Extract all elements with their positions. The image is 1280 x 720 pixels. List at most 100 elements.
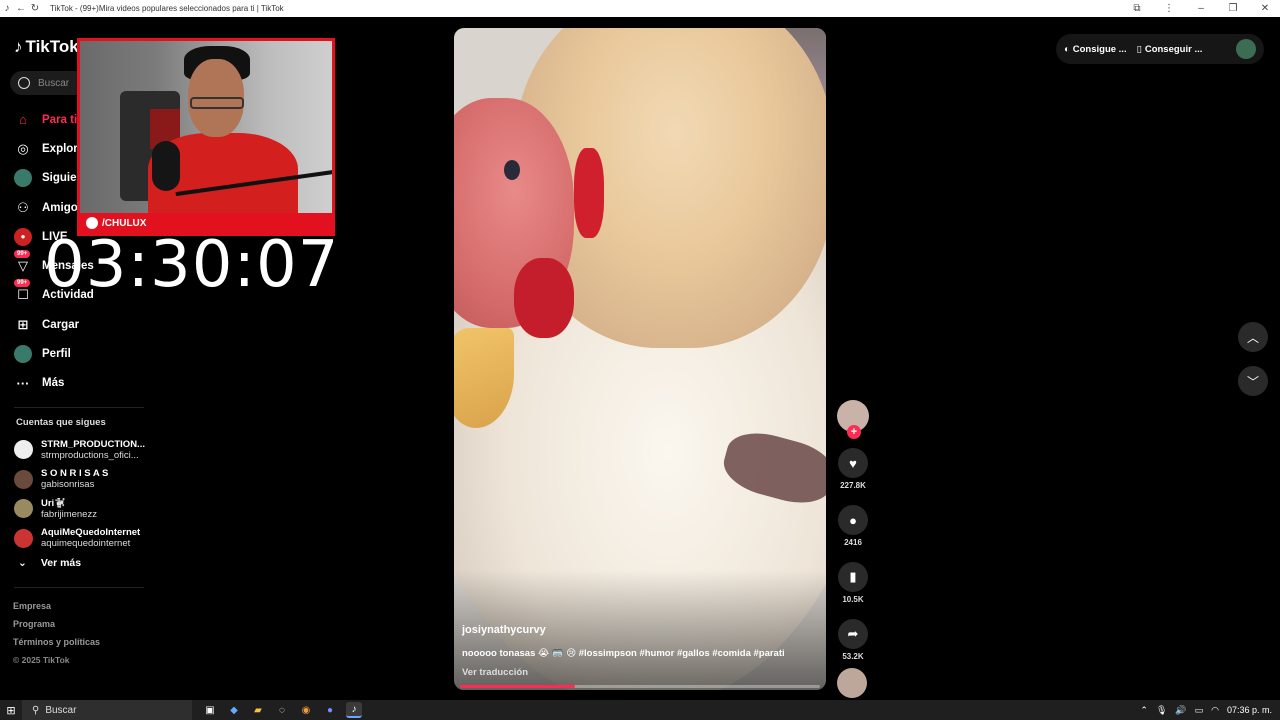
video-author[interactable]: josiynathycurvy [462, 624, 546, 636]
footer-link-programa[interactable]: Programa [13, 619, 100, 637]
get-coins-button[interactable]: ◐ Consigue ... [1064, 44, 1127, 55]
following-avatar-icon [14, 169, 32, 188]
back-icon[interactable]: ← [14, 2, 28, 16]
coin-icon: ◐ [1064, 43, 1070, 55]
video-player[interactable]: josiynathycurvy nooooo tonasas 😭 🥽 😢 #lo… [454, 28, 826, 690]
next-video-button[interactable]: ﹀ [1238, 366, 1268, 396]
avatar [14, 469, 33, 489]
footer-link-terminos[interactable]: Términos y políticas [13, 637, 100, 655]
share-count: 53.2K [842, 652, 864, 661]
following-list: STRM_PRODUCTION... strmproductions_ofici… [14, 435, 154, 553]
tiktok-taskbar-icon[interactable]: ♪ [346, 702, 362, 718]
video-progress-fill [460, 685, 576, 688]
home-icon: ⌂ [19, 112, 27, 128]
following-section-title: Cuentas que sigues [16, 417, 106, 428]
tiktok-favicon-icon: ♪ [4, 3, 10, 14]
more-icon: ··· [16, 375, 30, 391]
divider [14, 587, 144, 588]
following-item[interactable]: Uri🐩 fabrijimenezz [14, 494, 154, 524]
windows-taskbar: ⊞ ⚲ Buscar ▣ ◆ ▰ ◌ ◉ ● ♪ ⌃ 🎙 🔊 ▭ ◠ 07:36… [0, 700, 1280, 720]
taskbar-clock[interactable]: 07:36 p. m. [1227, 705, 1272, 715]
messages-icon: ▽ 99+ [14, 250, 32, 275]
avatar [14, 440, 33, 460]
volume-icon[interactable]: 🔊 [1175, 705, 1186, 716]
heart-icon: ♥ [849, 455, 857, 471]
footer-links: Empresa Programa Términos y políticas © … [13, 601, 100, 673]
following-item[interactable]: S O N R I S A S gabisonrisas [14, 465, 154, 495]
search-placeholder: Buscar [38, 77, 70, 89]
extensions-icon[interactable]: ⧉ [1122, 2, 1152, 16]
refresh-icon[interactable]: ↻ [28, 2, 42, 16]
bookmark-icon: ▮ [849, 569, 857, 584]
restore-icon[interactable]: ❐ [1218, 2, 1248, 16]
tiktok-logo[interactable]: ♪ TikTok [14, 37, 79, 57]
compass-icon: ◎ [17, 140, 29, 156]
see-more-button[interactable]: ⌄ Ver más [18, 557, 81, 569]
copilot-icon[interactable]: ◆ [226, 702, 242, 718]
like-button[interactable]: ♥ [838, 448, 868, 478]
tiktok-note-icon: ♪ [14, 37, 23, 56]
nav-item-perfil[interactable]: Perfil [14, 339, 154, 368]
previous-video-button[interactable]: ︿ [1238, 322, 1268, 352]
comment-button[interactable]: ● [838, 505, 868, 535]
comment-count: 2416 [844, 538, 862, 547]
divider [14, 407, 144, 408]
stream-timer: 03:30:07 [44, 228, 340, 302]
see-translation-link[interactable]: Ver traducción [462, 667, 528, 678]
chevron-down-icon: ⌄ [18, 557, 27, 569]
copyright: © 2025 TikTok [13, 655, 70, 665]
menu-dots-icon[interactable]: ⋮ [1154, 2, 1184, 16]
footer-link-empresa[interactable]: Empresa [13, 601, 100, 619]
minimize-icon[interactable]: – [1186, 2, 1216, 16]
webcam-overlay: /CHULUX [77, 38, 335, 236]
microphone-icon[interactable]: 🎙 [1156, 705, 1167, 716]
video-progress-bar[interactable] [460, 685, 820, 688]
action-rail: + ♥ 227.8K ● 2416 ▮ 10.5K ➦ 53.2K [836, 400, 870, 698]
webcam-feed [80, 41, 332, 223]
profile-avatar-icon [14, 345, 32, 364]
task-view-icon[interactable]: ▣ [202, 702, 218, 718]
live-icon: ● [14, 227, 32, 246]
network-icon[interactable]: ▭ [1195, 705, 1204, 716]
wifi-icon[interactable]: ◠ [1211, 705, 1219, 716]
following-item[interactable]: STRM_PRODUCTION... strmproductions_ofici… [14, 435, 154, 465]
get-app-button[interactable]: ▯ Conseguir ... [1137, 44, 1203, 55]
messages-badge: 99+ [14, 250, 31, 259]
window-title: TikTok - (99+)Mira videos populares sele… [50, 4, 284, 13]
share-button[interactable]: ➦ [838, 619, 868, 649]
author-avatar[interactable]: + [837, 400, 869, 439]
share-icon: ➦ [847, 626, 859, 641]
follow-plus-button[interactable]: + [847, 425, 861, 439]
activity-icon: ☐ 99+ [14, 279, 32, 304]
following-item[interactable]: AquiMeQuedoInternet aquimequedointernet [14, 524, 154, 554]
browser-titlebar: ♪ ← ↻ TikTok - (99+)Mira videos populare… [0, 0, 1280, 17]
profile-avatar[interactable] [1236, 39, 1256, 59]
taskbar-search[interactable]: ⚲ Buscar [22, 700, 192, 720]
save-button[interactable]: ▮ [838, 562, 868, 592]
top-right-actions: ◐ Consigue ... ▯ Conseguir ... [1056, 34, 1264, 64]
phone-icon: ▯ [1136, 43, 1142, 55]
search-icon [18, 77, 30, 89]
sound-disc[interactable] [837, 668, 867, 698]
chevron-down-icon: ﹀ [1246, 374, 1259, 389]
chrome-icon[interactable]: ◉ [298, 702, 314, 718]
discord-icon[interactable]: ● [322, 702, 338, 718]
comment-icon: ● [849, 512, 857, 528]
close-icon[interactable]: ✕ [1250, 2, 1280, 16]
search-icon: ⚲ [32, 704, 40, 716]
save-count: 10.5K [842, 595, 864, 604]
nav-item-cargar[interactable]: ⊞ Cargar [14, 310, 154, 339]
avatar [14, 499, 33, 519]
chevron-up-icon: ︿ [1246, 330, 1259, 345]
tray-chevron-icon[interactable]: ⌃ [1140, 705, 1148, 716]
video-caption: nooooo tonasas 😭 🥽 😢 #lossimpson #humor … [462, 648, 785, 659]
avatar [14, 528, 33, 548]
nav-item-mas[interactable]: ··· Más [14, 369, 154, 398]
like-count: 227.8K [840, 481, 866, 490]
file-explorer-icon[interactable]: ▰ [250, 702, 266, 718]
app-icon[interactable]: ◌ [274, 702, 290, 718]
upload-icon: ⊞ [17, 316, 29, 332]
activity-badge: 99+ [14, 279, 31, 288]
windows-start-icon[interactable]: ⊞ [0, 700, 22, 720]
friends-icon: ⚇ [17, 199, 29, 215]
